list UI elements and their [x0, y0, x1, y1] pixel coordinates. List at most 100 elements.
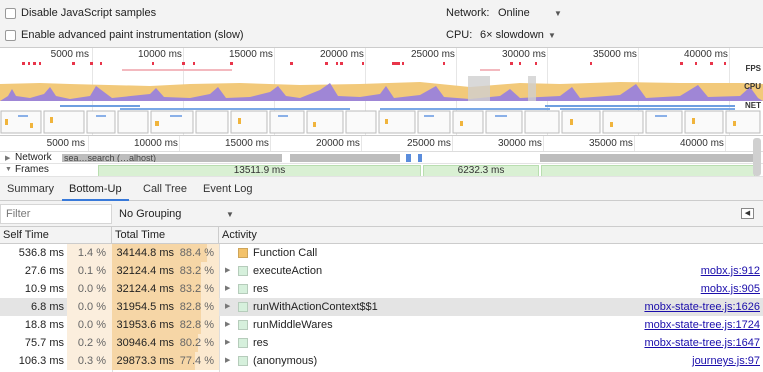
total-time-value: 30946.4 ms — [116, 337, 174, 349]
expand-row-icon[interactable]: ▶ — [225, 262, 230, 280]
screenshot-thumbnails — [0, 110, 761, 134]
ruler-tick-label: 30000 ms — [498, 138, 542, 149]
ruler-tick-label: 30000 ms — [502, 49, 546, 60]
tab-call-tree[interactable]: Call Tree — [136, 177, 194, 201]
net-strip — [0, 102, 763, 110]
frames-track[interactable]: ▼ Frames 13511.9 ms 6232.3 ms — [0, 164, 763, 177]
self-time-percent: 0.0 % — [77, 319, 106, 331]
expand-row-icon[interactable]: ▶ — [225, 298, 230, 316]
table-row[interactable]: 10.9 ms 0.0 % 32124.4 ms 83.2 % ▶ res mobx.js:… — [0, 280, 763, 298]
category-color-swatch — [238, 284, 248, 294]
total-time-value: 32124.4 ms — [116, 265, 174, 277]
ruler-tick-label: 5000 ms — [46, 138, 85, 149]
grouping-select[interactable]: No Grouping — [119, 208, 181, 220]
expand-row-icon[interactable]: ▶ — [225, 334, 230, 352]
activity-name: runWithActionContext$$1 — [253, 301, 378, 313]
expand-row-icon[interactable]: ▶ — [225, 352, 230, 370]
frame-block-1[interactable]: 13511.9 ms — [98, 165, 421, 176]
network-track[interactable]: ▶ Network sea…search (…alhost) — [0, 152, 763, 164]
category-color-swatch — [238, 338, 248, 348]
tab-bottom-up[interactable]: Bottom-Up — [62, 177, 129, 201]
source-link[interactable]: mobx.js:905 — [701, 280, 760, 298]
cpu-label: CPU — [744, 82, 761, 91]
table-row[interactable]: 18.8 ms 0.0 % 31953.6 ms 82.8 % ▶ runMiddleWa… — [0, 316, 763, 334]
network-request-bar[interactable]: sea…search (…alhost) — [62, 154, 282, 162]
ruler-gridline — [88, 136, 89, 151]
tracks-scrollbar[interactable] — [753, 138, 761, 176]
network-request-marker[interactable] — [406, 154, 411, 162]
tab-event-log[interactable]: Event Log — [196, 177, 260, 201]
table-row[interactable]: 536.8 ms 1.4 % 34144.8 ms 88.4 % Function Ca… — [0, 244, 763, 262]
network-throttle-label: Network: — [446, 7, 490, 19]
ruler-tick-label: 40000 ms — [684, 49, 728, 60]
network-request-marker-2[interactable] — [418, 154, 422, 162]
network-request-bar-2[interactable] — [290, 154, 400, 162]
table-row[interactable]: 27.6 ms 0.1 % 32124.4 ms 83.2 % ▶ executeActi… — [0, 262, 763, 280]
total-time-value: 31954.5 ms — [116, 301, 174, 313]
frames-track-label[interactable]: Frames — [15, 164, 49, 175]
network-track-label[interactable]: Network — [15, 152, 52, 163]
screenshots-filmstrip[interactable] — [0, 109, 763, 135]
source-link[interactable]: mobx.js:912 — [701, 262, 760, 280]
expand-network-icon[interactable]: ▶ — [5, 154, 10, 162]
source-link[interactable]: mobx-state-tree.js:1626 — [644, 298, 760, 316]
ruler-tick-label: 20000 ms — [316, 138, 360, 149]
expand-row-icon[interactable]: ▶ — [225, 280, 230, 298]
fps-graph — [22, 62, 726, 71]
ruler-tick-label: 15000 ms — [229, 49, 273, 60]
expand-row-icon[interactable]: ▶ — [225, 316, 230, 334]
table-row[interactable]: 6.8 ms 0.0 % 31954.5 ms 82.8 % ▶ runWithActio… — [0, 298, 763, 316]
filter-input[interactable]: Filter — [0, 204, 112, 224]
ruler-tick-label: 25000 ms — [407, 138, 451, 149]
cpu-graph — [0, 76, 763, 101]
bottom-up-table-header: Self Time Total Time Activity — [0, 227, 763, 244]
column-activity[interactable]: Activity — [219, 227, 763, 244]
self-time-percent: 0.0 % — [77, 283, 106, 295]
self-time-value: 27.6 ms — [24, 265, 64, 277]
activity-name: res — [253, 337, 269, 349]
cpu-throttle-select[interactable]: 6× slowdown — [480, 29, 544, 41]
disable-js-samples-label[interactable]: Disable JavaScript samples — [21, 7, 156, 19]
details-tabbar: Summary Bottom-Up Call Tree Event Log — [0, 177, 763, 201]
cpu-dropdown-icon[interactable]: ▼ — [548, 31, 556, 40]
self-time-percent: 0.3 % — [77, 355, 106, 367]
bottom-up-table-body: 536.8 ms 1.4 % 34144.8 ms 88.4 % Function Ca… — [0, 244, 763, 372]
category-color-swatch — [238, 302, 248, 312]
ruler-tick-label: 10000 ms — [138, 49, 182, 60]
cpu-throttle-label: CPU: — [446, 29, 473, 41]
advanced-paint-checkbox[interactable] — [5, 30, 16, 41]
table-row[interactable]: 106.3 ms 0.3 % 29873.3 ms 77.4 % ▶ (anonymous… — [0, 352, 763, 370]
frame-block-3[interactable] — [541, 165, 755, 176]
column-total-time[interactable]: Total Time — [112, 227, 219, 244]
table-row[interactable]: 75.7 ms 0.2 % 30946.4 ms 80.2 % ▶ res mobx-sta… — [0, 334, 763, 352]
disable-js-samples-checkbox[interactable] — [5, 8, 16, 19]
activity-name: executeAction — [253, 265, 323, 277]
total-time-value: 32124.4 ms — [116, 283, 174, 295]
network-request-bar-3[interactable] — [540, 154, 755, 162]
activity-name: runMiddleWares — [253, 319, 333, 331]
total-time-percent: 83.2 % — [179, 283, 214, 295]
show-heaviest-stack-icon[interactable]: ◀ — [741, 208, 754, 219]
total-time-percent: 88.4 % — [179, 247, 214, 259]
grouping-dropdown-icon[interactable]: ▼ — [226, 210, 234, 219]
source-link[interactable]: mobx-state-tree.js:1647 — [644, 334, 760, 352]
timeline-overview[interactable]: 5000 ms 10000 ms 15000 ms 20000 ms 25000 ms 3… — [0, 48, 763, 136]
self-time-percent: 0.1 % — [77, 265, 106, 277]
expand-frames-icon[interactable]: ▼ — [5, 166, 12, 173]
activity-name: (anonymous) — [253, 355, 318, 367]
activity-name: Function Call — [253, 247, 318, 259]
self-time-percent: 0.0 % — [77, 301, 106, 313]
self-time-value: 10.9 ms — [24, 283, 64, 295]
ruler-gridline — [634, 136, 635, 151]
advanced-paint-label[interactable]: Enable advanced paint instrumentation (s… — [21, 29, 244, 41]
network-dropdown-icon[interactable]: ▼ — [554, 9, 562, 18]
tab-summary[interactable]: Summary — [0, 177, 61, 201]
self-time-value: 18.8 ms — [24, 319, 64, 331]
frame-block-2[interactable]: 6232.3 ms — [423, 165, 539, 176]
column-self-time[interactable]: Self Time — [0, 227, 112, 244]
source-link[interactable]: journeys.js:97 — [692, 352, 760, 370]
network-throttle-select[interactable]: Online — [498, 7, 530, 19]
source-link[interactable]: mobx-state-tree.js:1724 — [644, 316, 760, 334]
fps-strip — [0, 60, 763, 74]
total-time-value: 29873.3 ms — [116, 355, 174, 367]
